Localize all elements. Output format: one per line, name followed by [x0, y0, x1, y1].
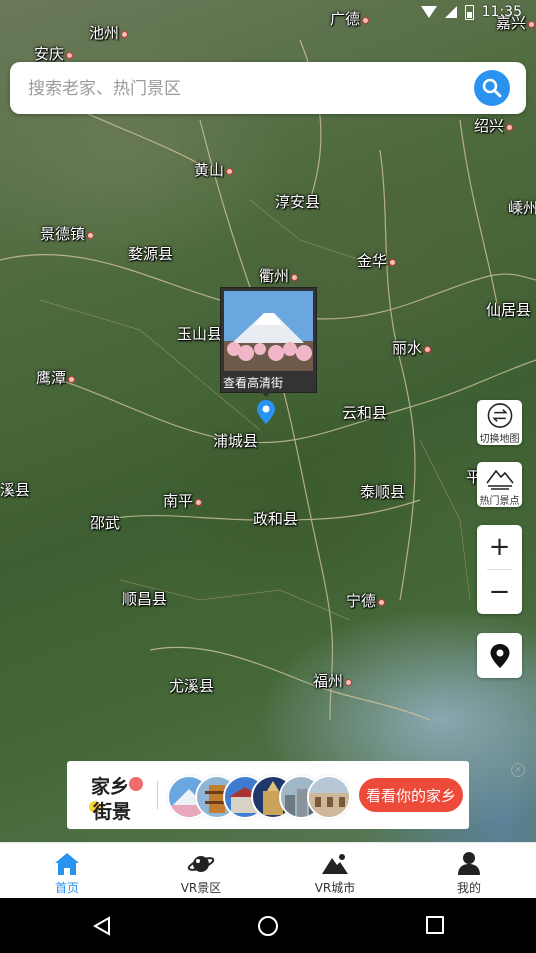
city-label: 景德镇 — [40, 223, 95, 244]
search-bar[interactable] — [10, 62, 526, 114]
tab-vr-scenic[interactable]: VR景区 — [134, 843, 268, 899]
city-label: 云和县 — [342, 404, 388, 422]
city-dot — [424, 346, 432, 353]
popup-label[interactable]: 查看高清街 — [223, 374, 283, 391]
tab-label: VR景区 — [180, 881, 222, 895]
city-label: 政和县 — [253, 510, 299, 528]
city-dot — [195, 499, 203, 506]
banner-close-icon[interactable]: × — [511, 763, 525, 777]
promo-banner[interactable]: 家乡 街景 看看你的家乡 — [67, 761, 469, 829]
brand-logo: 家乡 街景 — [89, 771, 149, 823]
status-bar: 11:35 — [0, 0, 536, 28]
city-label: 顺昌县 — [122, 590, 168, 608]
location-icon — [490, 643, 509, 668]
city-label: 溪县 — [0, 481, 31, 499]
satellite-map[interactable]: 池州 安庆 广德 嘉兴 绍兴 黄山 淳安县 景德镇 婺源县 衢州 金华 嵊州 仙… — [0, 0, 536, 842]
switch-map-button[interactable]: 切换地图 — [477, 400, 522, 445]
tab-label: VR城市 — [314, 881, 356, 895]
zoom-control: + − — [477, 525, 522, 614]
city-label: 南平 — [163, 490, 203, 511]
city-label: 宁德 — [346, 590, 386, 611]
city-label: 仙居县 — [486, 301, 532, 319]
signal-icon — [444, 6, 457, 18]
home-icon — [55, 853, 79, 875]
city-label: 绍兴 — [474, 115, 514, 136]
recent-apps-icon[interactable] — [426, 916, 444, 934]
search-button[interactable] — [474, 70, 510, 106]
zoom-out-button[interactable]: − — [477, 570, 522, 614]
city-label: 嵊州 — [508, 199, 536, 217]
search-input[interactable] — [26, 74, 460, 104]
city-label: 玉山县 — [177, 325, 223, 343]
street-view-popup[interactable]: 查看高清街 — [220, 287, 317, 393]
tab-home[interactable]: 首页 — [0, 843, 134, 899]
wifi-icon — [420, 6, 437, 18]
city-dot — [87, 232, 95, 239]
city-dot — [345, 679, 353, 686]
city-label: 金华 — [357, 250, 397, 271]
city-label: 安庆 — [34, 43, 74, 64]
city-label: 衢州 — [259, 265, 299, 286]
scenic-spot-icon — [485, 469, 514, 490]
city-label: 丽水 — [392, 337, 432, 358]
city-dot — [68, 376, 76, 383]
city-dot — [378, 599, 386, 606]
home-button-icon[interactable] — [258, 916, 278, 936]
tab-mine[interactable]: 我的 — [402, 843, 536, 899]
logo-dot-red — [129, 777, 143, 791]
status-time: 11:35 — [481, 4, 522, 20]
bottom-tab-bar: 首页 VR景区 VR城市 我的 — [0, 842, 536, 899]
thumbnail-street — [307, 775, 351, 819]
search-icon — [482, 78, 502, 98]
brand-line1: 家乡 — [91, 776, 130, 798]
switch-icon — [487, 403, 512, 428]
explore-hometown-button[interactable]: 看看你的家乡 — [359, 778, 463, 812]
scenic-photo — [224, 291, 313, 371]
city-dot — [66, 52, 74, 59]
city-label: 泰顺县 — [360, 483, 406, 501]
hot-spots-button[interactable]: 热门景点 — [477, 462, 522, 507]
hot-spots-label: 热门景点 — [479, 496, 520, 507]
my-location-button[interactable] — [477, 633, 522, 678]
city-label: 福州 — [313, 670, 353, 691]
city-label: 淳安县 — [275, 193, 321, 211]
battery-icon — [464, 4, 474, 20]
city-dot — [226, 168, 234, 175]
city-label: 尤溪县 — [169, 677, 215, 695]
location-pin-icon[interactable] — [257, 400, 275, 428]
city-label: 邵武 — [90, 514, 121, 532]
city-label: 浦城县 — [213, 432, 259, 450]
back-icon[interactable] — [92, 916, 112, 936]
zoom-in-button[interactable]: + — [477, 525, 522, 569]
system-nav-bar — [0, 898, 536, 953]
city-label: 鹰潭 — [36, 367, 76, 388]
city-dot — [506, 124, 514, 131]
city-dot — [291, 274, 299, 281]
tab-vr-city[interactable]: VR城市 — [268, 843, 402, 899]
mountain-icon — [322, 854, 348, 874]
city-dot — [121, 31, 129, 38]
planet-icon — [187, 856, 215, 872]
city-label: 婺源县 — [128, 245, 174, 263]
city-dot — [389, 259, 397, 266]
switch-map-label: 切换地图 — [479, 434, 520, 445]
city-label: 黄山 — [194, 159, 234, 180]
popup-arrow — [259, 390, 273, 397]
tab-label: 首页 — [54, 881, 79, 895]
tab-label: 我的 — [456, 881, 481, 895]
banner-divider — [157, 781, 158, 809]
brand-line2: 街景 — [93, 801, 132, 823]
user-icon — [458, 852, 480, 875]
